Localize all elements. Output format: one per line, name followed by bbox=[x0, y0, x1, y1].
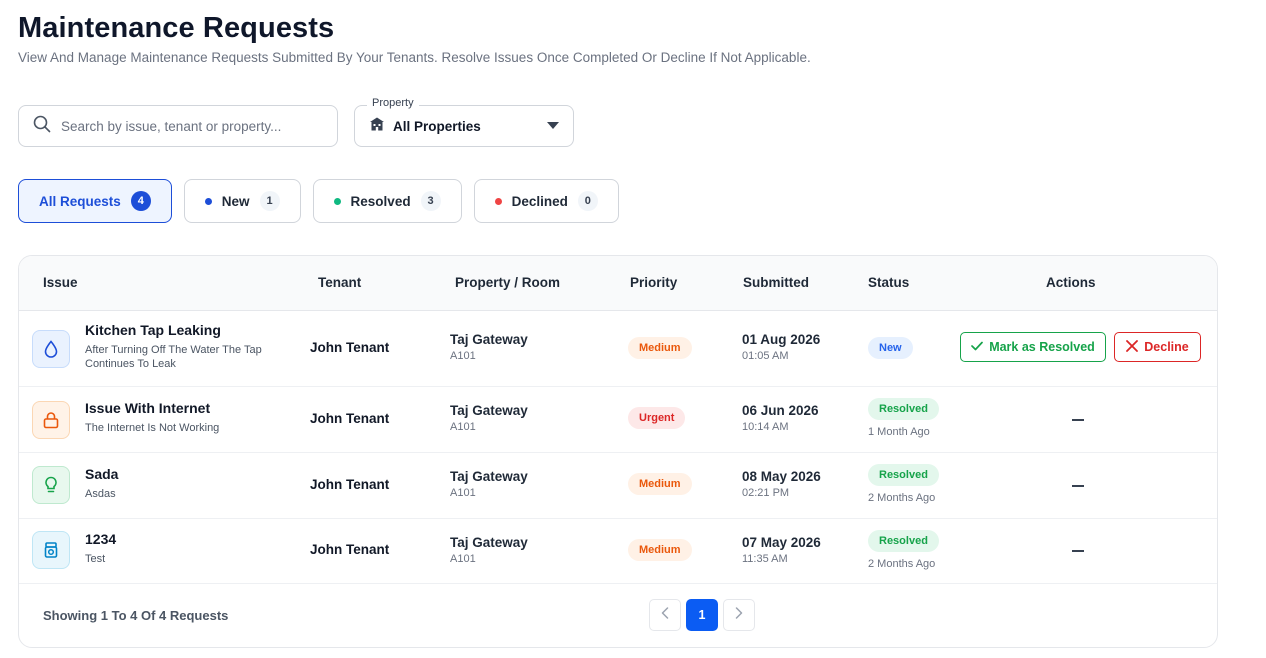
status-badge: New bbox=[868, 337, 913, 359]
tenant-name: John Tenant bbox=[310, 340, 390, 355]
table-row[interactable]: Issue With Internet The Internet Is Not … bbox=[19, 387, 1217, 453]
tab-new[interactable]: New 1 bbox=[183, 179, 301, 223]
column-header-property: Property / Room bbox=[455, 275, 561, 290]
priority-badge: Medium bbox=[628, 473, 692, 495]
property-select[interactable]: Property All Properties bbox=[354, 97, 574, 147]
requests-table-card: Issue Tenant Property / Room Priority Su… bbox=[18, 255, 1218, 648]
chevron-right-icon bbox=[735, 606, 743, 624]
room-number: A101 bbox=[450, 487, 476, 499]
issue-title: 1234 bbox=[85, 531, 117, 547]
search-box[interactable] bbox=[18, 105, 338, 147]
submitted-date: 08 May 2026 bbox=[742, 469, 821, 484]
issue-description: After Turning Off The Water The Tap Cont… bbox=[85, 344, 262, 370]
status-badge: Resolved bbox=[868, 530, 939, 552]
next-page-button[interactable] bbox=[723, 599, 755, 631]
tab-count: 3 bbox=[420, 191, 441, 211]
submitted-date: 01 Aug 2026 bbox=[742, 332, 821, 347]
mark-resolved-button[interactable]: Mark as Resolved bbox=[960, 332, 1106, 362]
status-time-ago: 2 Months Ago bbox=[868, 558, 936, 570]
status-dot-icon bbox=[333, 197, 341, 205]
tab-label: Declined bbox=[511, 193, 568, 209]
close-icon bbox=[1126, 339, 1139, 355]
status-badge: Resolved bbox=[868, 398, 939, 420]
tab-label: New bbox=[221, 193, 250, 209]
issue-title: Issue With Internet bbox=[85, 400, 211, 416]
status-dot-icon bbox=[204, 197, 212, 205]
no-actions-dash bbox=[1072, 550, 1084, 552]
issue-description: Test bbox=[85, 553, 106, 565]
submitted-time: 10:14 AM bbox=[742, 421, 789, 433]
submitted-time: 01:05 AM bbox=[742, 350, 789, 362]
property-name: Taj Gateway bbox=[450, 403, 528, 418]
property-name: Taj Gateway bbox=[450, 469, 528, 484]
column-header-issue: Issue bbox=[43, 275, 78, 290]
property-name: Taj Gateway bbox=[450, 332, 528, 347]
check-icon bbox=[971, 340, 984, 354]
priority-badge: Medium bbox=[628, 337, 692, 359]
issue-title: Kitchen Tap Leaking bbox=[85, 322, 221, 338]
issue-title: Sada bbox=[85, 466, 119, 482]
submitted-time: 02:21 PM bbox=[742, 487, 790, 499]
priority-badge: Urgent bbox=[628, 407, 686, 429]
status-tabs: All Requests 4 New 1 Resolved 3 Declined… bbox=[18, 179, 619, 223]
property-name: Taj Gateway bbox=[450, 535, 528, 550]
status-time-ago: 2 Months Ago bbox=[868, 492, 936, 504]
tab-label: All Requests bbox=[39, 193, 121, 209]
lock-icon bbox=[32, 401, 70, 439]
no-actions-dash bbox=[1072, 419, 1084, 421]
tab-all-requests[interactable]: All Requests 4 bbox=[18, 179, 172, 223]
chevron-down-icon bbox=[547, 117, 559, 135]
tab-count: 0 bbox=[577, 191, 598, 211]
page-title: Maintenance Requests bbox=[18, 12, 335, 44]
appliance-icon bbox=[32, 531, 70, 569]
column-header-tenant: Tenant bbox=[318, 275, 362, 290]
search-icon bbox=[33, 115, 51, 138]
tab-resolved[interactable]: Resolved 3 bbox=[312, 179, 462, 223]
table-row[interactable]: Kitchen Tap Leaking After Turning Off Th… bbox=[19, 311, 1217, 387]
column-header-submitted: Submitted bbox=[743, 275, 809, 290]
tab-count: 1 bbox=[259, 191, 280, 211]
page-subtitle: View And Manage Maintenance Requests Sub… bbox=[18, 50, 811, 65]
tenant-name: John Tenant bbox=[310, 477, 390, 492]
decline-label: Decline bbox=[1144, 340, 1189, 354]
no-actions-dash bbox=[1072, 485, 1084, 487]
room-number: A101 bbox=[450, 553, 476, 565]
tenant-name: John Tenant bbox=[310, 411, 390, 426]
table-row[interactable]: 1234 Test John Tenant Taj Gateway A101 M… bbox=[19, 519, 1217, 584]
submitted-date: 06 Jun 2026 bbox=[742, 403, 819, 418]
decline-button[interactable]: Decline bbox=[1114, 332, 1201, 362]
status-badge: Resolved bbox=[868, 464, 939, 486]
status-dot-icon bbox=[494, 197, 502, 205]
column-header-priority: Priority bbox=[630, 275, 678, 290]
water-drop-icon bbox=[32, 330, 70, 368]
submitted-date: 07 May 2026 bbox=[742, 535, 821, 550]
table-row[interactable]: Sada Asdas John Tenant Taj Gateway A101 … bbox=[19, 453, 1217, 519]
building-icon bbox=[369, 116, 385, 137]
tab-count: 4 bbox=[130, 191, 151, 211]
priority-badge: Medium bbox=[628, 539, 692, 561]
tenant-name: John Tenant bbox=[310, 542, 390, 557]
table-header: Issue Tenant Property / Room Priority Su… bbox=[19, 256, 1217, 311]
search-input[interactable] bbox=[61, 118, 311, 134]
column-header-status: Status bbox=[868, 275, 910, 290]
tab-label: Resolved bbox=[350, 193, 411, 209]
previous-page-button[interactable] bbox=[649, 599, 681, 631]
issue-description: The Internet Is Not Working bbox=[85, 422, 220, 434]
tab-declined[interactable]: Declined 0 bbox=[473, 179, 619, 223]
property-select-value: All Properties bbox=[393, 118, 481, 134]
status-time-ago: 1 Month Ago bbox=[868, 426, 930, 438]
page-number-button[interactable]: 1 bbox=[686, 599, 718, 631]
submitted-time: 11:35 AM bbox=[742, 553, 788, 565]
mark-resolved-label: Mark as Resolved bbox=[989, 340, 1095, 354]
property-select-label: Property bbox=[367, 97, 419, 109]
room-number: A101 bbox=[450, 421, 476, 433]
issue-description: Asdas bbox=[85, 488, 116, 500]
pagination-summary: Showing 1 To 4 Of 4 Requests bbox=[43, 608, 229, 623]
column-header-actions: Actions bbox=[1046, 275, 1096, 290]
chevron-left-icon bbox=[661, 606, 669, 624]
room-number: A101 bbox=[450, 350, 476, 362]
lightbulb-icon bbox=[32, 466, 70, 504]
